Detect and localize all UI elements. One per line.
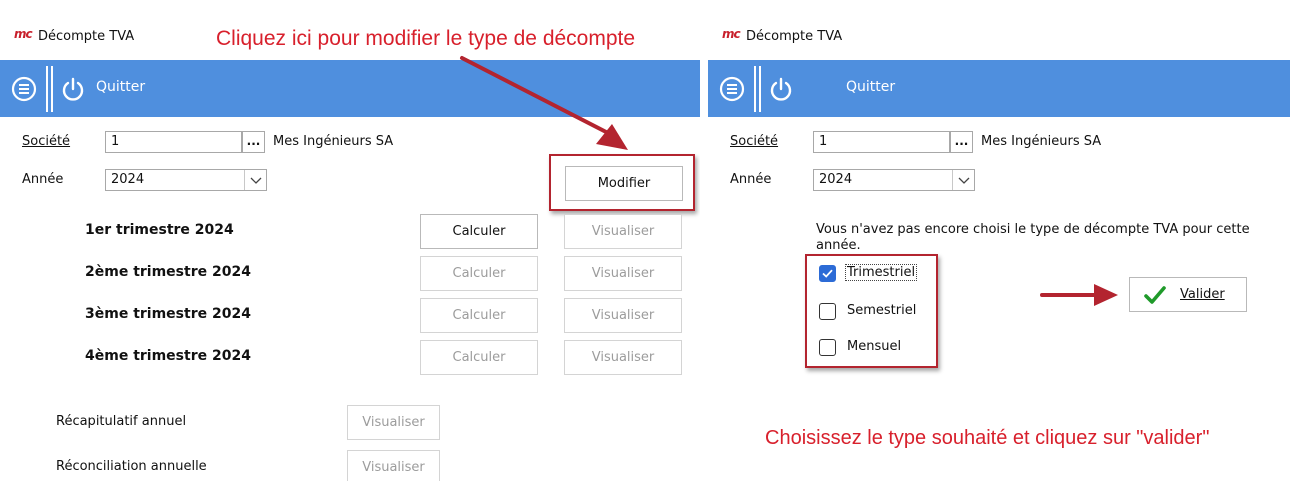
calculate-button[interactable]: Calculer [420,256,538,291]
title-bar: mc Décompte TVA [708,14,1290,60]
info-message: Vous n'avez pas encore choisi le type de… [816,222,1250,253]
calculate-button[interactable]: Calculer [420,298,538,333]
window-title: Décompte TVA [38,29,135,44]
view-button[interactable]: Visualiser [564,340,682,375]
year-label: Année [22,172,64,187]
menu-icon[interactable] [719,76,745,102]
right-window: mc Décompte TVA Quitter Société 1 ... Me… [708,0,1290,481]
year-select[interactable]: 2024 [105,169,267,191]
calculate-button[interactable]: Calculer [420,214,538,249]
company-label: Société [730,134,779,149]
year-value: 2024 [819,172,853,187]
view-button[interactable]: Visualiser [564,298,682,333]
company-name: Mes Ingénieurs SA [273,134,394,149]
menu-icon[interactable] [11,76,37,102]
checkmark-icon [1144,286,1166,304]
quarter-label: 1er trimestre 2024 [85,222,234,238]
year-label: Année [730,172,772,187]
annual-summary-view-button[interactable]: Visualiser [347,405,440,440]
chevron-down-icon[interactable] [244,170,266,190]
calculate-button[interactable]: Calculer [420,340,538,375]
toolbar-separator [46,66,53,112]
callout-text: Choisissez le type souhaité et cliquez s… [765,427,1210,449]
company-field[interactable]: 1 [105,131,242,153]
chevron-down-icon[interactable] [952,170,974,190]
quarter-label: 4ème trimestre 2024 [85,348,251,364]
validate-label: Valider [1180,287,1225,302]
annual-reconciliation-view-button[interactable]: Visualiser [347,450,440,481]
quarter-label: 3ème trimestre 2024 [85,306,251,322]
view-button[interactable]: Visualiser [564,256,682,291]
app-logo: mc [722,27,741,41]
validate-button[interactable]: Valider [1129,277,1247,312]
year-select[interactable]: 2024 [813,169,975,191]
browse-button[interactable]: ... [950,131,973,153]
highlight-box [805,254,938,368]
toolbar: Quitter [708,60,1290,117]
quit-button[interactable]: Quitter [846,79,895,95]
power-icon[interactable] [768,76,794,102]
toolbar-separator [754,66,761,112]
arrow-icon [1040,284,1118,306]
company-label: Société [22,134,71,149]
arrow-icon [460,56,628,150]
callout-text: Cliquez ici pour modifier le type de déc… [216,27,636,50]
window-title: Décompte TVA [746,29,843,44]
company-name: Mes Ingénieurs SA [981,134,1102,149]
highlight-box [549,154,695,211]
company-field[interactable]: 1 [813,131,950,153]
view-button[interactable]: Visualiser [564,214,682,249]
annual-summary-label: Récapitulatif annuel [56,414,187,429]
quit-button[interactable]: Quitter [96,79,145,95]
quarter-label: 2ème trimestre 2024 [85,264,251,280]
left-window: mc Décompte TVA Quitter Société 1 ... Me… [0,0,700,481]
power-icon[interactable] [60,76,86,102]
app-logo: mc [14,27,33,41]
annual-reconciliation-label: Réconciliation annuelle [56,459,207,474]
year-value: 2024 [111,172,145,187]
browse-button[interactable]: ... [242,131,265,153]
